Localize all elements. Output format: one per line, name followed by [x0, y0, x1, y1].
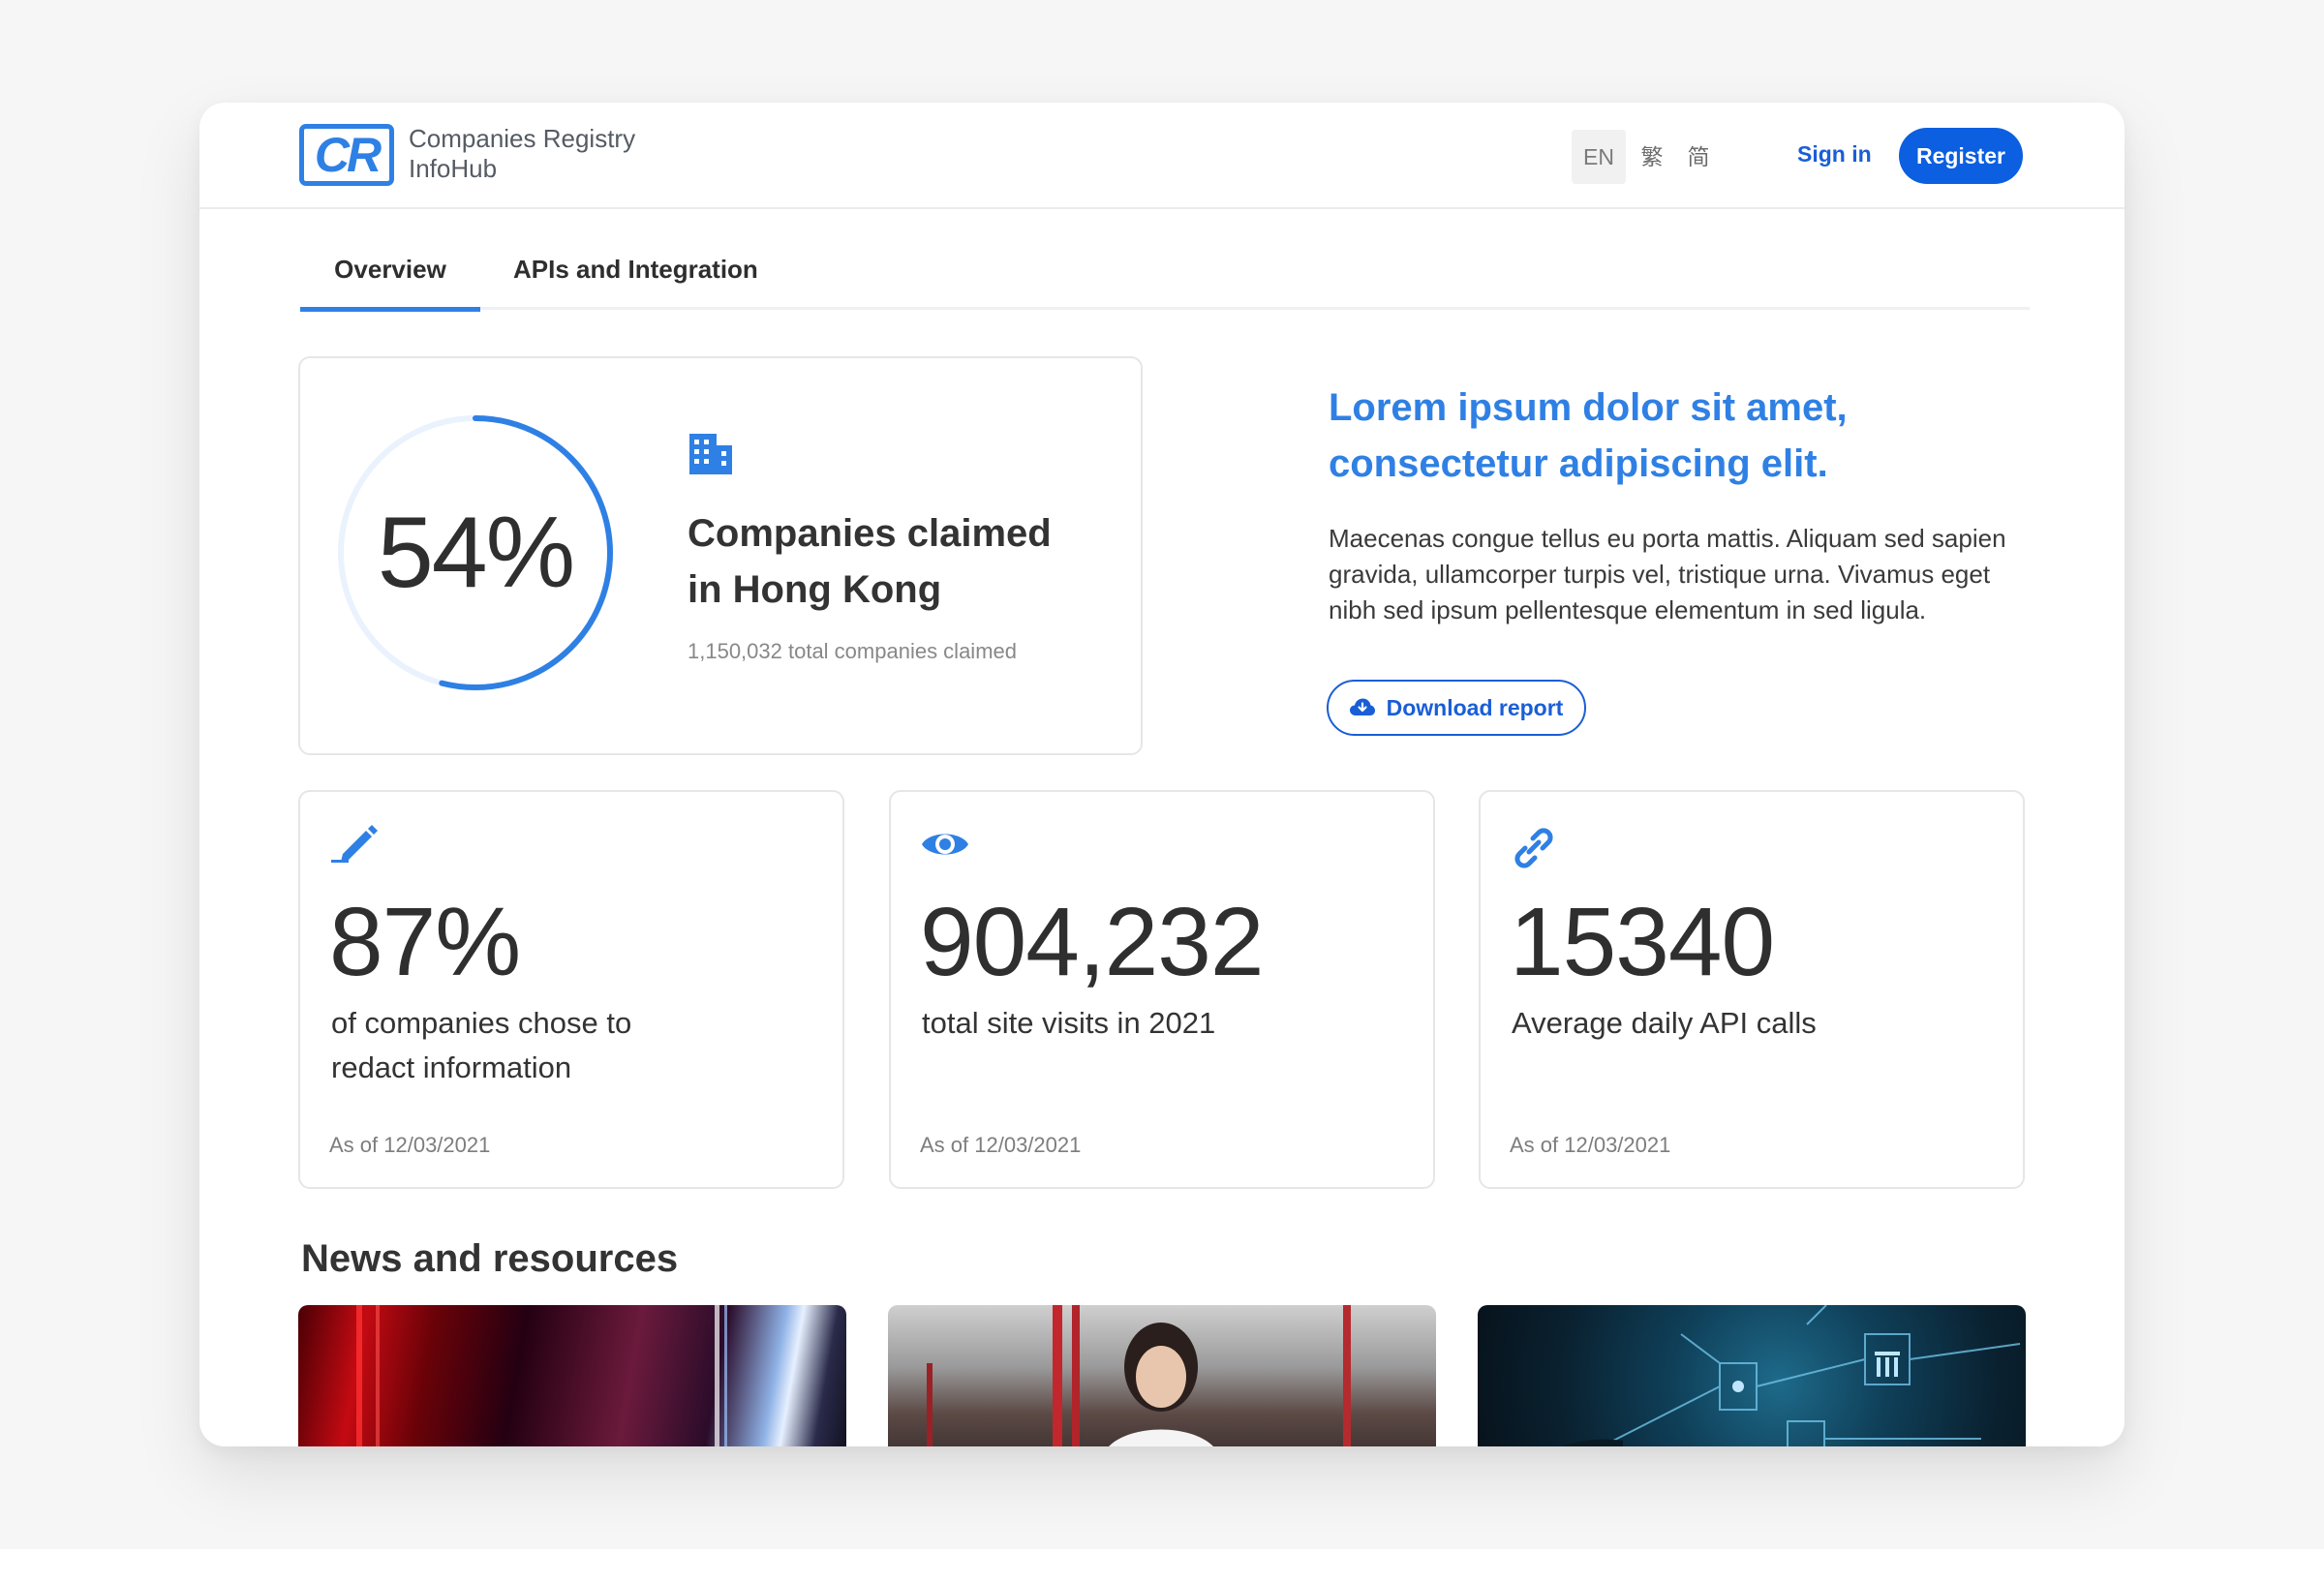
link-icon: [1514, 828, 1553, 868]
logo-text[interactable]: Companies Registry InfoHub: [409, 124, 635, 184]
tab-overview[interactable]: Overview: [300, 248, 480, 312]
hero-subtitle: 1,150,032 total companies claimed: [688, 639, 1017, 663]
hero-title: Companies claimed in Hong Kong: [688, 512, 1052, 611]
app-window: CR Companies Registry InfoHub EN 繁 简 Sig…: [199, 103, 2125, 1446]
stat-label: Average daily API calls: [1512, 1006, 1817, 1040]
commuter-photo-decoration: [927, 1305, 1351, 1446]
logo-line1: Companies Registry: [409, 124, 636, 153]
top-header: CR Companies Registry InfoHub EN 繁 简 Sig…: [199, 103, 2125, 209]
neon-light-decoration: [356, 1305, 727, 1446]
news-card-image-legal-tech[interactable]: [1478, 1305, 2026, 1446]
stat-date: As of 12/03/2021: [920, 1133, 1082, 1157]
stat-label: total site visits in 2021: [922, 1006, 1216, 1040]
stat-value: 904,232: [920, 888, 1264, 996]
sign-in-link[interactable]: Sign in: [1797, 141, 1872, 167]
news-section-title: News and resources: [301, 1237, 679, 1280]
stat-label: of companies chose to redact information: [331, 1006, 632, 1084]
cr-logo[interactable]: CR: [299, 124, 394, 186]
lang-en-button[interactable]: EN: [1572, 130, 1626, 184]
promo-body: Maecenas congue tellus eu porta mattis. …: [1329, 524, 2006, 624]
cloud-download-icon: [1349, 698, 1375, 715]
stat-card-visits: 904,232 total site visits in 2021 As of …: [889, 790, 1435, 1189]
claimed-percent: 54%: [377, 496, 575, 609]
download-report-button[interactable]: Download report: [1327, 680, 1586, 736]
stat-date: As of 12/03/2021: [329, 1133, 491, 1157]
page-bottom-strip: [0, 1549, 2324, 1582]
logo-line2: InfoHub: [409, 154, 498, 183]
building-icon: [689, 434, 732, 474]
eye-icon: [922, 834, 968, 855]
news-card-image-neon[interactable]: [298, 1305, 846, 1446]
tab-apis-and-integration[interactable]: APIs and Integration: [513, 248, 758, 310]
lang-traditional-chinese-button[interactable]: 繁: [1633, 130, 1671, 184]
logo-letters: CR: [314, 128, 382, 182]
companies-claimed-card: 54% Companies claimed in Hong Kong 1,150…: [298, 356, 1143, 755]
legal-tech-decoration: [1562, 1305, 2021, 1446]
tab-bar: Overview APIs and Integration: [300, 248, 2030, 312]
lang-simplified-chinese-button[interactable]: 简: [1679, 130, 1718, 184]
pen-icon: [331, 825, 378, 863]
download-report-label: Download report: [1386, 694, 1564, 720]
stat-value: 15340: [1510, 888, 1775, 996]
register-button[interactable]: Register: [1899, 128, 2023, 184]
news-card-image-commuter[interactable]: [888, 1305, 1436, 1446]
stat-card-redact: 87% of companies chose to redact informa…: [298, 790, 844, 1189]
stat-date: As of 12/03/2021: [1510, 1133, 1671, 1157]
stat-card-api-calls: 15340 Average daily API calls As of 12/0…: [1479, 790, 2025, 1189]
promo-heading: Lorem ipsum dolor sit amet, consectetur …: [1329, 386, 1848, 485]
stat-value: 87%: [329, 888, 521, 996]
